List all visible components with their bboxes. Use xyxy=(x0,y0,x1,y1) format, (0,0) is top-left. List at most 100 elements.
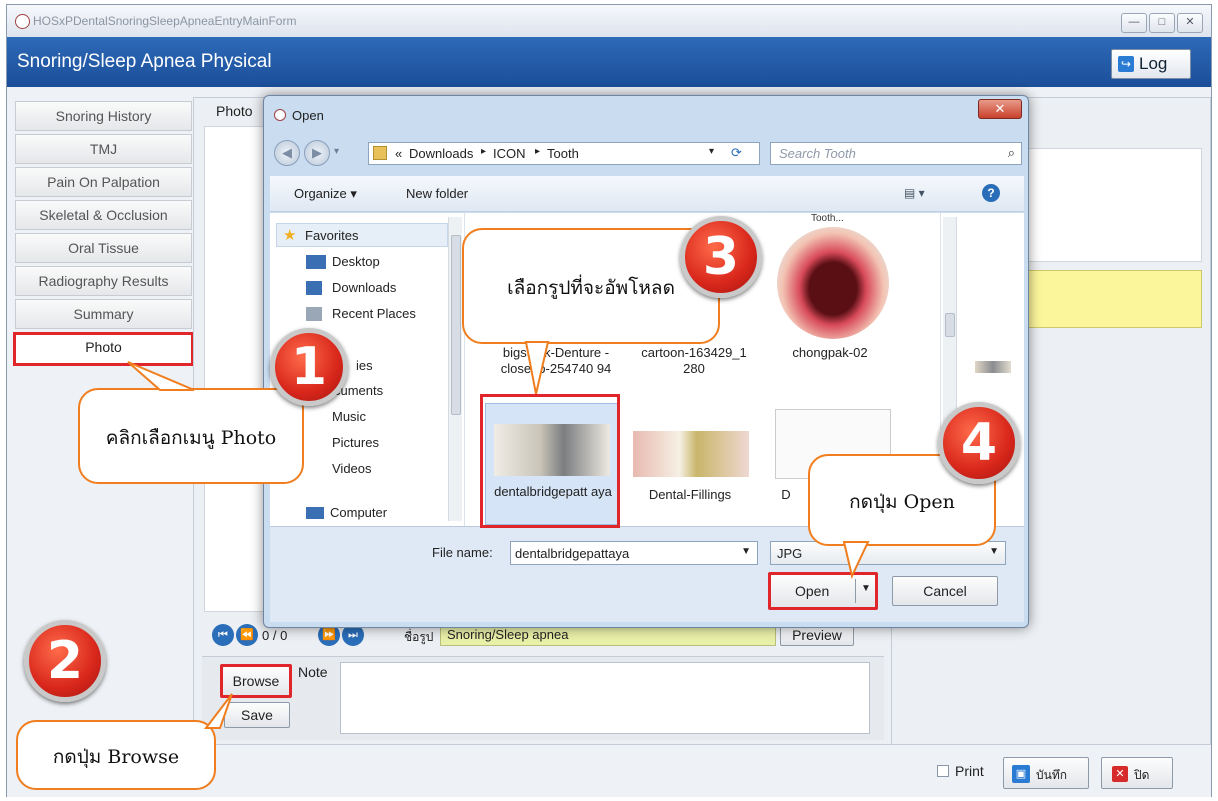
maximize-button[interactable]: □ xyxy=(1149,13,1175,33)
nav-scroll-thumb[interactable] xyxy=(451,235,461,415)
file-name-label: File name: xyxy=(432,545,493,560)
title-bar: HOSxPDentalSnoringSleepApneaEntryMainFor… xyxy=(7,5,1211,37)
close-window-button[interactable]: ✕ xyxy=(1177,13,1203,33)
menu-item-snoring-history[interactable]: Snoring History xyxy=(15,101,192,131)
menu-item-skeletal-occlusion[interactable]: Skeletal & Occlusion xyxy=(15,200,192,230)
page-title: Snoring/Sleep Apnea Physical xyxy=(17,51,272,72)
badge-step-1: 1 xyxy=(270,328,348,406)
breadcrumb-prefix: « xyxy=(395,146,403,161)
preview-image xyxy=(975,361,1011,373)
file-type-value: JPG xyxy=(777,546,803,561)
new-folder-button[interactable]: New folder xyxy=(406,186,468,201)
favorites-header[interactable]: ★ Favorites xyxy=(276,223,448,247)
close-form-button[interactable]: ✕ ปิด xyxy=(1101,757,1173,789)
minimize-button[interactable]: — xyxy=(1121,13,1147,33)
callout-step-1: คลิกเลือกเมนู Photo xyxy=(78,388,304,484)
badge-step-3: 3 xyxy=(680,216,762,298)
star-icon: ★ xyxy=(283,227,297,244)
app-icon xyxy=(15,14,30,29)
window-title: HOSxPDentalSnoringSleepApneaEntryMainFor… xyxy=(33,14,297,28)
favorites-label: Favorites xyxy=(305,228,359,243)
open-button-label: Open xyxy=(795,583,830,599)
menu-item-summary[interactable]: Summary xyxy=(15,299,192,329)
forward-icon[interactable]: ▶ xyxy=(304,140,330,166)
badge-step-4: 4 xyxy=(938,402,1020,484)
address-bar[interactable]: « Downloads ▸ ICON ▸ Tooth ▾ ⟳ xyxy=(368,142,760,165)
save-icon: ▣ xyxy=(1012,765,1030,783)
nav-pictures[interactable]: Pictures xyxy=(332,435,379,450)
nav-videos[interactable]: Videos xyxy=(332,461,372,476)
breadcrumb-separator-icon: ▸ xyxy=(535,146,541,157)
close-form-label: ปิด xyxy=(1134,768,1150,782)
breadcrumb-downloads[interactable]: Downloads xyxy=(409,146,473,161)
name-label: ชื่อรูป xyxy=(404,630,434,644)
first-record-icon[interactable]: ⏮ xyxy=(212,624,234,646)
record-counter: 0 / 0 xyxy=(262,628,288,643)
breadcrumb-tooth[interactable]: Tooth xyxy=(547,146,579,161)
preview-top-label: Tooth... xyxy=(811,213,844,224)
open-split-divider xyxy=(855,579,856,603)
recent-places-icon xyxy=(306,307,322,321)
callout-1-pointer xyxy=(127,361,195,391)
view-options-icon[interactable]: ▤ ▾ xyxy=(904,186,925,200)
breadcrumb-separator-icon: ▸ xyxy=(481,146,487,157)
folder-icon xyxy=(373,146,387,160)
dialog-app-icon xyxy=(274,109,286,121)
back-icon[interactable]: ◀ xyxy=(274,140,300,166)
desktop-icon xyxy=(306,255,326,269)
print-label: Print xyxy=(955,763,984,779)
address-dropdown-icon[interactable]: ▾ xyxy=(709,146,714,157)
nav-libraries[interactable]: ies xyxy=(356,358,373,373)
menu-item-oral-tissue[interactable]: Oral Tissue xyxy=(15,233,192,263)
file-type-dropdown-icon: ▼ xyxy=(989,546,999,557)
menu-item-radiography-results[interactable]: Radiography Results xyxy=(15,266,192,296)
file-name-input[interactable]: dentalbridgepattaya ▼ xyxy=(510,541,758,565)
nav-scrollbar[interactable] xyxy=(448,217,462,521)
callout-2-pointer xyxy=(203,693,233,729)
photo-panel-header: Photo xyxy=(216,103,253,119)
close-icon: ✕ xyxy=(1112,766,1128,782)
chongpak-thumbnail[interactable] xyxy=(777,227,889,339)
history-dropdown-icon[interactable]: ▾ xyxy=(334,146,339,157)
highlight-selected-file xyxy=(480,394,620,528)
nav-music[interactable]: Music xyxy=(332,409,366,424)
search-icon: ⌕ xyxy=(1007,145,1015,160)
callout-4-pointer xyxy=(842,541,870,580)
help-icon[interactable]: ? xyxy=(982,184,1000,202)
log-button[interactable]: ↪ Log xyxy=(1111,49,1191,79)
prev-record-icon[interactable]: ⏪ xyxy=(236,624,258,646)
note-label: Note xyxy=(298,664,328,680)
save-record-label: บันทึก xyxy=(1036,768,1067,782)
save-record-button[interactable]: ▣ บันทึก xyxy=(1003,757,1089,789)
open-file-dialog: Open ✕ ◀ ▶ ▾ « Downloads ▸ ICON ▸ Tooth … xyxy=(263,95,1029,628)
file-name-dropdown-icon[interactable]: ▼ xyxy=(741,546,751,557)
nav-recent-places[interactable]: Recent Places xyxy=(332,306,416,321)
nav-computer[interactable]: Computer xyxy=(330,505,387,520)
breadcrumb-icon-folder[interactable]: ICON xyxy=(493,146,526,161)
menu-item-pain-on-palpation[interactable]: Pain On Palpation xyxy=(15,167,192,197)
dialog-close-button[interactable]: ✕ xyxy=(978,99,1022,119)
log-icon: ↪ xyxy=(1118,56,1134,72)
form-header: Snoring/Sleep Apnea Physical ↪ Log xyxy=(7,37,1211,87)
print-checkbox[interactable] xyxy=(937,765,949,777)
callout-step-2: กดปุ่ม Browse xyxy=(16,720,216,790)
dialog-title: Open xyxy=(292,108,324,123)
search-input[interactable]: Search Tooth ⌕ xyxy=(770,142,1022,165)
nav-downloads[interactable]: Downloads xyxy=(332,280,396,295)
nav-desktop[interactable]: Desktop xyxy=(332,254,380,269)
badge-step-2: 2 xyxy=(24,620,106,702)
open-dropdown-icon[interactable]: ▼ xyxy=(861,583,871,594)
file-item[interactable]: chongpak-02 xyxy=(765,345,895,361)
organize-menu[interactable]: Organize ▾ xyxy=(294,186,357,202)
refresh-icon[interactable]: ⟳ xyxy=(731,145,742,161)
search-placeholder: Search Tooth xyxy=(779,146,856,161)
cancel-button[interactable]: Cancel xyxy=(892,576,998,606)
dialog-toolbar: Organize ▾ New folder ▤ ▾ ? xyxy=(270,176,1024,212)
note-textarea[interactable] xyxy=(340,662,870,734)
file-item[interactable]: Dental-Fillings xyxy=(625,487,755,503)
menu-item-tmj[interactable]: TMJ xyxy=(15,134,192,164)
log-button-label: Log xyxy=(1139,54,1168,73)
file-scroll-thumb[interactable] xyxy=(945,313,955,337)
file-name-value: dentalbridgepattaya xyxy=(515,546,630,561)
file-item[interactable]: D xyxy=(771,487,801,503)
